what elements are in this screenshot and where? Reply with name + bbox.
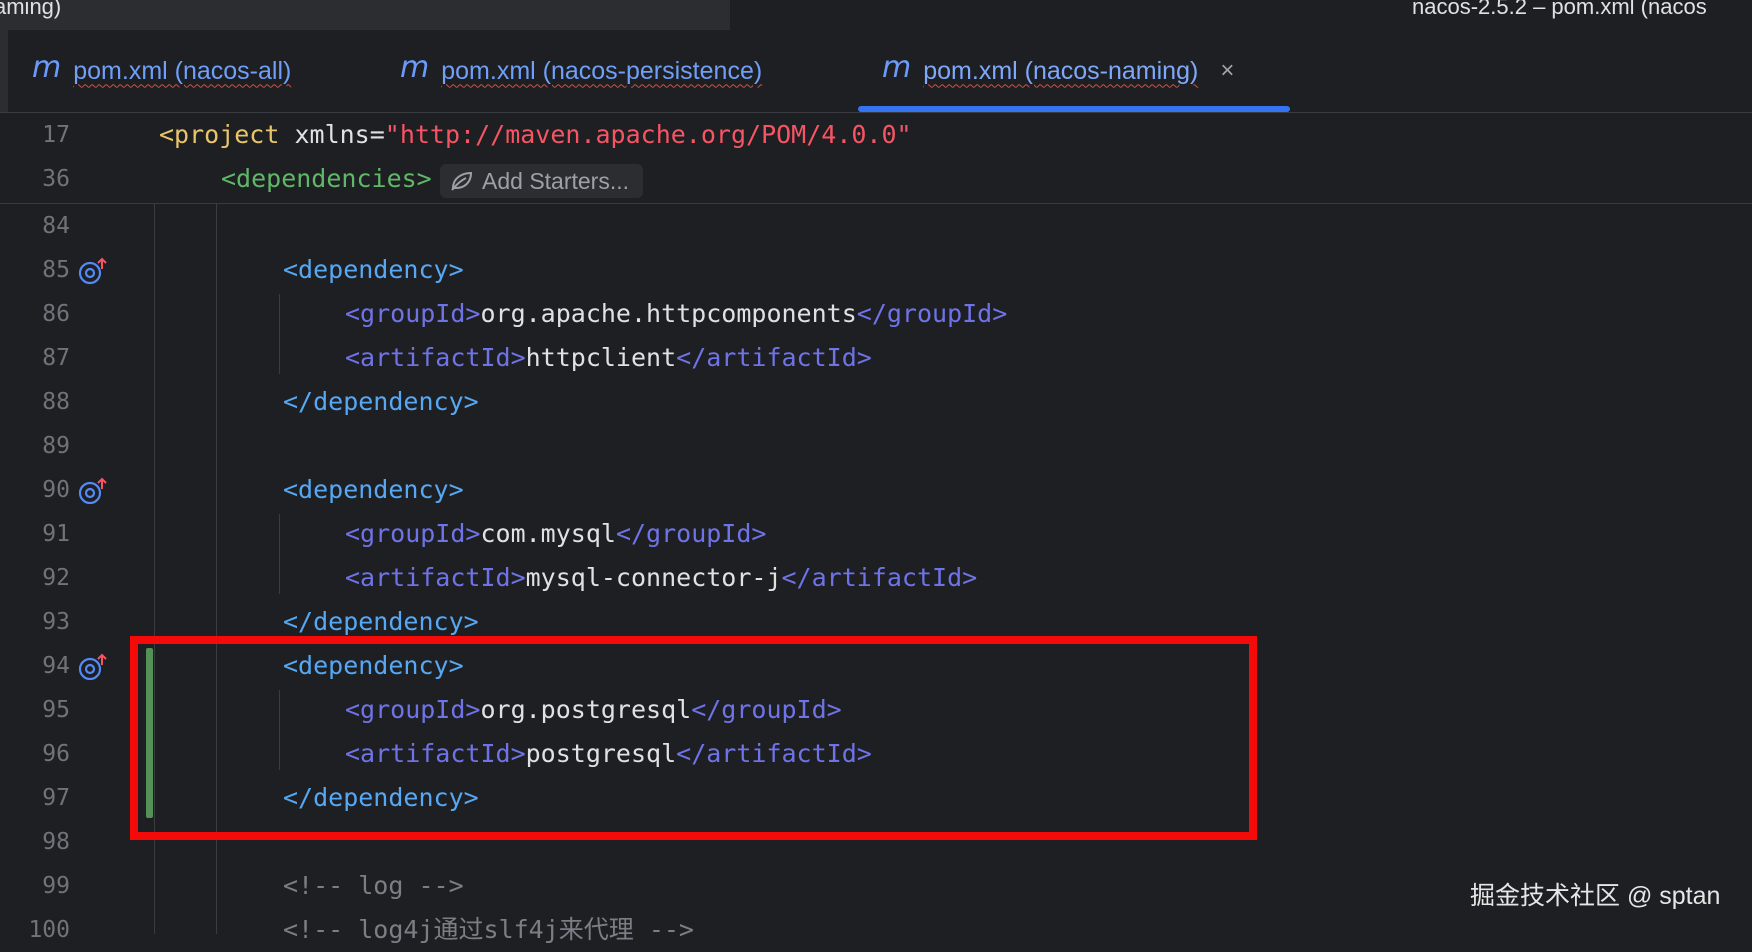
code-text: <artifactId>httpclient</artifactId> bbox=[345, 343, 872, 372]
watermark: 掘金技术社区 @ sptan bbox=[1470, 882, 1721, 910]
code-text: <dependencies> bbox=[221, 164, 432, 193]
title-bar-left-panel: aming) bbox=[0, 0, 728, 30]
code-text: <project xmlns="http://maven.apache.org/… bbox=[159, 120, 912, 149]
line-number: 17 bbox=[42, 122, 70, 148]
dependency-gutter-icon[interactable] bbox=[78, 477, 108, 507]
line-number: 88 bbox=[42, 389, 70, 415]
code-comment: <!-- log --> bbox=[283, 871, 464, 900]
line-number: 94 bbox=[42, 653, 70, 679]
code-line: 90 <dependency> bbox=[0, 468, 1752, 512]
maven-icon: m bbox=[882, 49, 912, 85]
code-text: <dependency> bbox=[283, 255, 464, 284]
tab-pom-nacos-all[interactable]: m pom.xml (nacos-all) bbox=[32, 30, 291, 112]
line-number: 97 bbox=[42, 785, 70, 811]
editor-tab-bar: m pom.xml (nacos-all) m pom.xml (nacos-p… bbox=[0, 30, 1752, 113]
leaf-icon bbox=[451, 171, 473, 191]
line-number: 92 bbox=[42, 565, 70, 591]
code-text: <groupId>org.apache.httpcomponents</grou… bbox=[345, 299, 1008, 328]
tab-pom-nacos-naming[interactable]: m pom.xml (nacos-naming) × bbox=[882, 30, 1234, 112]
line-number: 98 bbox=[42, 829, 70, 855]
window-title-bar: aming) nacos-2.5.2 – pom.xml (nacos bbox=[0, 0, 1752, 30]
line-number: 87 bbox=[42, 345, 70, 371]
close-tab-icon[interactable]: × bbox=[1220, 57, 1234, 85]
add-starters-button[interactable]: Add Starters... bbox=[440, 164, 644, 198]
line-number: 91 bbox=[42, 521, 70, 547]
code-text: <groupId>com.mysql</groupId> bbox=[345, 519, 767, 548]
active-tab-indicator bbox=[858, 106, 1290, 112]
code-line: 87 <artifactId>httpclient</artifactId> bbox=[0, 336, 1752, 380]
highlight-annotation-box bbox=[130, 636, 1257, 840]
maven-icon: m bbox=[400, 49, 430, 85]
maven-icon: m bbox=[32, 49, 62, 85]
left-edge bbox=[0, 30, 8, 112]
window-title: nacos-2.5.2 – pom.xml (nacos bbox=[1412, 0, 1707, 19]
code-line: 91 <groupId>com.mysql</groupId> bbox=[0, 512, 1752, 556]
dependency-gutter-icon[interactable] bbox=[78, 653, 108, 683]
code-line: 36 <dependencies> bbox=[0, 157, 1752, 201]
code-comment: <!-- log4j通过slf4j来代理 --> bbox=[283, 915, 694, 944]
line-number: 36 bbox=[42, 166, 70, 192]
tab-label: pom.xml (nacos-persistence) bbox=[441, 56, 763, 85]
line-number: 85 bbox=[42, 257, 70, 283]
code-line: 17 <project xmlns="http://maven.apache.o… bbox=[0, 113, 1752, 157]
tab-label: pom.xml (nacos-naming) bbox=[923, 56, 1199, 85]
title-left-text: aming) bbox=[0, 0, 62, 19]
code-line: 84 bbox=[0, 204, 1752, 248]
line-number: 89 bbox=[42, 433, 70, 459]
line-number: 90 bbox=[42, 477, 70, 503]
code-line: 100 <!-- log4j通过slf4j来代理 --> bbox=[0, 908, 1752, 952]
line-number: 100 bbox=[28, 917, 70, 943]
tab-pom-nacos-persistence[interactable]: m pom.xml (nacos-persistence) bbox=[400, 30, 762, 112]
code-text: <artifactId>mysql-connector-j</artifactI… bbox=[345, 563, 978, 592]
sticky-scroll-header: 17 <project xmlns="http://maven.apache.o… bbox=[0, 113, 1752, 204]
code-line: 92 <artifactId>mysql-connector-j</artifa… bbox=[0, 556, 1752, 600]
line-number: 96 bbox=[42, 741, 70, 767]
line-number: 99 bbox=[42, 873, 70, 899]
line-number: 93 bbox=[42, 609, 70, 635]
code-text: </dependency> bbox=[283, 387, 479, 416]
line-number: 86 bbox=[42, 301, 70, 327]
code-line: 86 <groupId>org.apache.httpcomponents</g… bbox=[0, 292, 1752, 336]
code-text: <dependency> bbox=[283, 475, 464, 504]
code-line: 88 </dependency> bbox=[0, 380, 1752, 424]
line-number: 95 bbox=[42, 697, 70, 723]
line-number: 84 bbox=[42, 213, 70, 239]
code-line: 85 <dependency> bbox=[0, 248, 1752, 292]
code-line: 89 bbox=[0, 424, 1752, 468]
tab-label: pom.xml (nacos-all) bbox=[73, 56, 292, 85]
add-starters-label: Add Starters... bbox=[482, 167, 630, 194]
dependency-gutter-icon[interactable] bbox=[78, 257, 108, 287]
